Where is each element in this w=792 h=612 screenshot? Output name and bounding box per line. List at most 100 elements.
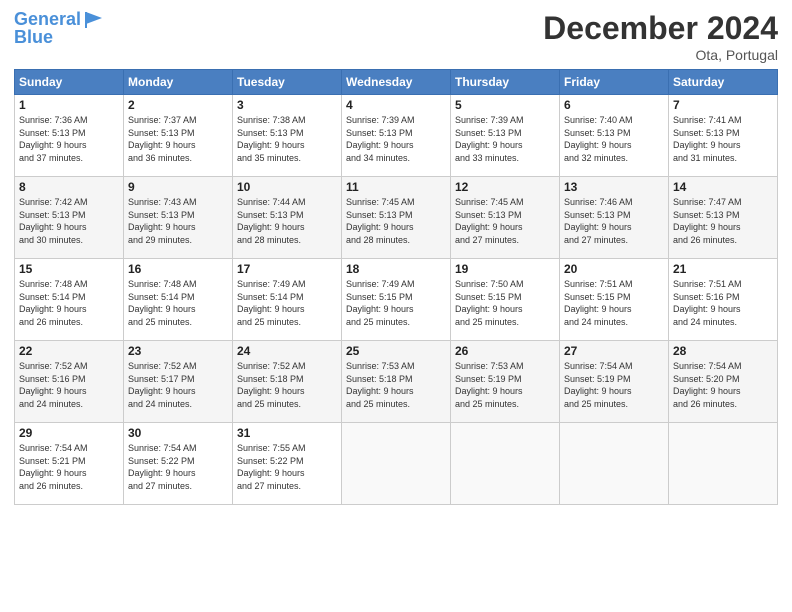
day-content: Sunrise: 7:52 AMSunset: 5:17 PMDaylight:… — [128, 360, 228, 410]
day-cell: 6Sunrise: 7:40 AMSunset: 5:13 PMDaylight… — [560, 95, 669, 177]
header: General Blue December 2024 Ota, Portugal — [14, 10, 778, 63]
day-number: 23 — [128, 344, 228, 358]
col-thursday: Thursday — [451, 70, 560, 95]
day-cell: 18Sunrise: 7:49 AMSunset: 5:15 PMDayligh… — [342, 259, 451, 341]
day-content: Sunrise: 7:47 AMSunset: 5:13 PMDaylight:… — [673, 196, 773, 246]
day-cell: 12 Sunrise: 7:45 AMSunset: 5:13 PMDayligh… — [451, 177, 560, 259]
day-cell — [560, 423, 669, 505]
day-cell: 21 Sunrise: 7:51 AMSunset: 5:16 PMDayligh… — [669, 259, 778, 341]
day-number: 19 — [455, 262, 555, 276]
day-number: 25 — [346, 344, 446, 358]
day-cell: 25 Sunrise: 7:53 AMSunset: 5:18 PMDayligh… — [342, 341, 451, 423]
day-content: Sunrise: 7:41 AMSunset: 5:13 PMDaylight:… — [673, 114, 773, 164]
day-content: Sunrise: 7:52 AMSunset: 5:18 PMDaylight:… — [237, 360, 337, 410]
day-cell: 17Sunrise: 7:49 AMSunset: 5:14 PMDayligh… — [233, 259, 342, 341]
day-cell: 14 Sunrise: 7:47 AMSunset: 5:13 PMDayligh… — [669, 177, 778, 259]
day-content: Sunrise: 7:44 AMSunset: 5:13 PMDaylight:… — [237, 196, 337, 246]
day-number: 21 — [673, 262, 773, 276]
day-cell: 26Sunrise: 7:53 AMSunset: 5:19 PMDayligh… — [451, 341, 560, 423]
day-content: Sunrise: 7:38 AMSunset: 5:13 PMDaylight:… — [237, 114, 337, 164]
day-number: 12 — [455, 180, 555, 194]
logo-blue: Blue — [14, 28, 106, 48]
calendar-page: General Blue December 2024 Ota, Portugal… — [0, 0, 792, 612]
month-title: December 2024 — [543, 10, 778, 47]
day-number: 11 — [346, 180, 446, 194]
day-number: 27 — [564, 344, 664, 358]
day-cell: 10 Sunrise: 7:44 AMSunset: 5:13 PMDayligh… — [233, 177, 342, 259]
day-content: Sunrise: 7:48 AMSunset: 5:14 PMDaylight:… — [19, 278, 119, 328]
day-content: Sunrise: 7:54 AMSunset: 5:19 PMDaylight:… — [564, 360, 664, 410]
day-cell — [342, 423, 451, 505]
day-cell: 13 Sunrise: 7:46 AMSunset: 5:13 PMDayligh… — [560, 177, 669, 259]
day-cell: 20 Sunrise: 7:51 AMSunset: 5:15 PMDayligh… — [560, 259, 669, 341]
day-cell: 7 Sunrise: 7:41 AMSunset: 5:13 PMDaylight… — [669, 95, 778, 177]
week-row-5: 29Sunrise: 7:54 AMSunset: 5:21 PMDayligh… — [15, 423, 778, 505]
day-cell: 24 Sunrise: 7:52 AMSunset: 5:18 PMDayligh… — [233, 341, 342, 423]
day-number: 8 — [19, 180, 119, 194]
day-cell: 22 Sunrise: 7:52 AMSunset: 5:16 PMDayligh… — [15, 341, 124, 423]
day-cell: 1Sunrise: 7:36 AMSunset: 5:13 PMDaylight… — [15, 95, 124, 177]
day-number: 6 — [564, 98, 664, 112]
title-block: December 2024 Ota, Portugal — [543, 10, 778, 63]
day-cell — [669, 423, 778, 505]
day-number: 10 — [237, 180, 337, 194]
day-number: 15 — [19, 262, 119, 276]
day-content: Sunrise: 7:43 AMSunset: 5:13 PMDaylight:… — [128, 196, 228, 246]
day-number: 13 — [564, 180, 664, 194]
day-cell — [451, 423, 560, 505]
day-number: 22 — [19, 344, 119, 358]
logo: General Blue — [14, 10, 106, 48]
calendar-table: SundayMondayTuesdayWednesdayThursdayFrid… — [14, 69, 778, 505]
header-row: SundayMondayTuesdayWednesdayThursdayFrid… — [15, 70, 778, 95]
day-content: Sunrise: 7:51 AMSunset: 5:15 PMDaylight:… — [564, 278, 664, 328]
day-content: Sunrise: 7:37 AMSunset: 5:13 PMDaylight:… — [128, 114, 228, 164]
day-number: 16 — [128, 262, 228, 276]
day-cell: 23 Sunrise: 7:52 AMSunset: 5:17 PMDayligh… — [124, 341, 233, 423]
day-number: 7 — [673, 98, 773, 112]
day-cell: 16Sunrise: 7:48 AMSunset: 5:14 PMDayligh… — [124, 259, 233, 341]
day-number: 14 — [673, 180, 773, 194]
day-content: Sunrise: 7:53 AMSunset: 5:18 PMDaylight:… — [346, 360, 446, 410]
day-cell: 11 Sunrise: 7:45 AMSunset: 5:13 PMDayligh… — [342, 177, 451, 259]
day-content: Sunrise: 7:51 AMSunset: 5:16 PMDaylight:… — [673, 278, 773, 328]
day-number: 28 — [673, 344, 773, 358]
day-number: 4 — [346, 98, 446, 112]
day-cell: 4 Sunrise: 7:39 AMSunset: 5:13 PMDaylight… — [342, 95, 451, 177]
day-cell: 15 Sunrise: 7:48 AMSunset: 5:14 PMDayligh… — [15, 259, 124, 341]
day-cell: 9Sunrise: 7:43 AMSunset: 5:13 PMDaylight… — [124, 177, 233, 259]
day-number: 29 — [19, 426, 119, 440]
day-cell: 2 Sunrise: 7:37 AMSunset: 5:13 PMDaylight… — [124, 95, 233, 177]
day-content: Sunrise: 7:52 AMSunset: 5:16 PMDaylight:… — [19, 360, 119, 410]
day-number: 3 — [237, 98, 337, 112]
day-cell: 30Sunrise: 7:54 AMSunset: 5:22 PMDayligh… — [124, 423, 233, 505]
day-number: 20 — [564, 262, 664, 276]
col-tuesday: Tuesday — [233, 70, 342, 95]
day-content: Sunrise: 7:45 AMSunset: 5:13 PMDaylight:… — [455, 196, 555, 246]
day-content: Sunrise: 7:39 AMSunset: 5:13 PMDaylight:… — [455, 114, 555, 164]
day-content: Sunrise: 7:49 AMSunset: 5:15 PMDaylight:… — [346, 278, 446, 328]
col-monday: Monday — [124, 70, 233, 95]
day-content: Sunrise: 7:55 AMSunset: 5:22 PMDaylight:… — [237, 442, 337, 492]
col-friday: Friday — [560, 70, 669, 95]
logo-flag-icon — [84, 10, 106, 30]
day-number: 5 — [455, 98, 555, 112]
day-number: 26 — [455, 344, 555, 358]
day-content: Sunrise: 7:39 AMSunset: 5:13 PMDaylight:… — [346, 114, 446, 164]
day-cell: 8 Sunrise: 7:42 AMSunset: 5:13 PMDaylight… — [15, 177, 124, 259]
day-number: 17 — [237, 262, 337, 276]
day-number: 24 — [237, 344, 337, 358]
day-cell: 5 Sunrise: 7:39 AMSunset: 5:13 PMDaylight… — [451, 95, 560, 177]
day-content: Sunrise: 7:54 AMSunset: 5:22 PMDaylight:… — [128, 442, 228, 492]
week-row-1: 1Sunrise: 7:36 AMSunset: 5:13 PMDaylight… — [15, 95, 778, 177]
day-number: 1 — [19, 98, 119, 112]
day-content: Sunrise: 7:42 AMSunset: 5:13 PMDaylight:… — [19, 196, 119, 246]
week-row-2: 8 Sunrise: 7:42 AMSunset: 5:13 PMDaylight… — [15, 177, 778, 259]
day-content: Sunrise: 7:45 AMSunset: 5:13 PMDaylight:… — [346, 196, 446, 246]
day-cell: 29Sunrise: 7:54 AMSunset: 5:21 PMDayligh… — [15, 423, 124, 505]
day-cell: 19Sunrise: 7:50 AMSunset: 5:15 PMDayligh… — [451, 259, 560, 341]
day-number: 2 — [128, 98, 228, 112]
col-saturday: Saturday — [669, 70, 778, 95]
day-cell: 28Sunrise: 7:54 AMSunset: 5:20 PMDayligh… — [669, 341, 778, 423]
day-content: Sunrise: 7:46 AMSunset: 5:13 PMDaylight:… — [564, 196, 664, 246]
day-number: 31 — [237, 426, 337, 440]
